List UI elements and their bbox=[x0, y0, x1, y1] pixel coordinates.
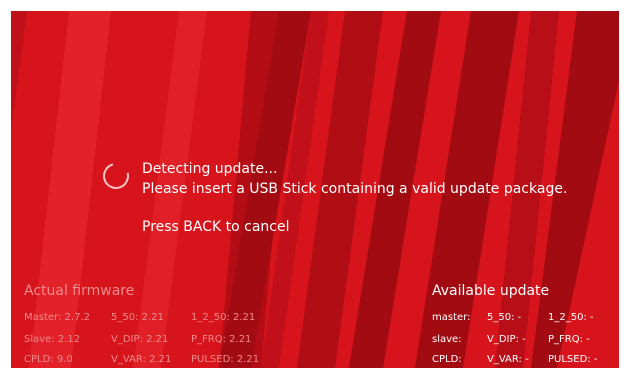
available-master-version: master: bbox=[432, 312, 471, 323]
actual-cpld-version: CPLD: 9.0 bbox=[24, 354, 73, 365]
actual-master-version: Master: 2.7.2 bbox=[24, 312, 90, 323]
available-slave-version: slave: bbox=[432, 334, 462, 345]
update-screen: Detecting update... Please insert a USB … bbox=[11, 11, 619, 368]
available-v-dip-version: V_DIP: - bbox=[487, 334, 526, 345]
status-detecting: Detecting update... bbox=[142, 161, 278, 177]
actual-5-50-version: 5_50: 2.21 bbox=[111, 312, 164, 323]
available-cpld-version: CPLD: bbox=[432, 354, 462, 365]
available-v-var-version: V_VAR: - bbox=[487, 354, 529, 365]
available-update-title: Available update bbox=[432, 283, 550, 299]
actual-1-2-50-version: 1_2_50: 2.21 bbox=[191, 312, 256, 323]
available-5-50-version: 5_50: - bbox=[487, 312, 522, 323]
available-1-2-50-version: 1_2_50: - bbox=[548, 312, 594, 323]
actual-firmware-title: Actual firmware bbox=[24, 283, 135, 299]
actual-slave-version: Slave: 2.12 bbox=[24, 334, 81, 345]
available-p-frq-version: P_FRQ: - bbox=[548, 334, 590, 345]
actual-pulsed-version: PULSED: 2.21 bbox=[191, 354, 260, 365]
cancel-hint: Press BACK to cancel bbox=[142, 219, 290, 235]
available-pulsed-version: PULSED: - bbox=[548, 354, 598, 365]
actual-v-dip-version: V_DIP: 2.21 bbox=[111, 334, 169, 345]
status-instruction: Please insert a USB Stick containing a v… bbox=[142, 181, 568, 197]
actual-v-var-version: V_VAR: 2.21 bbox=[111, 354, 172, 365]
actual-p-frq-version: P_FRQ: 2.21 bbox=[191, 334, 252, 345]
